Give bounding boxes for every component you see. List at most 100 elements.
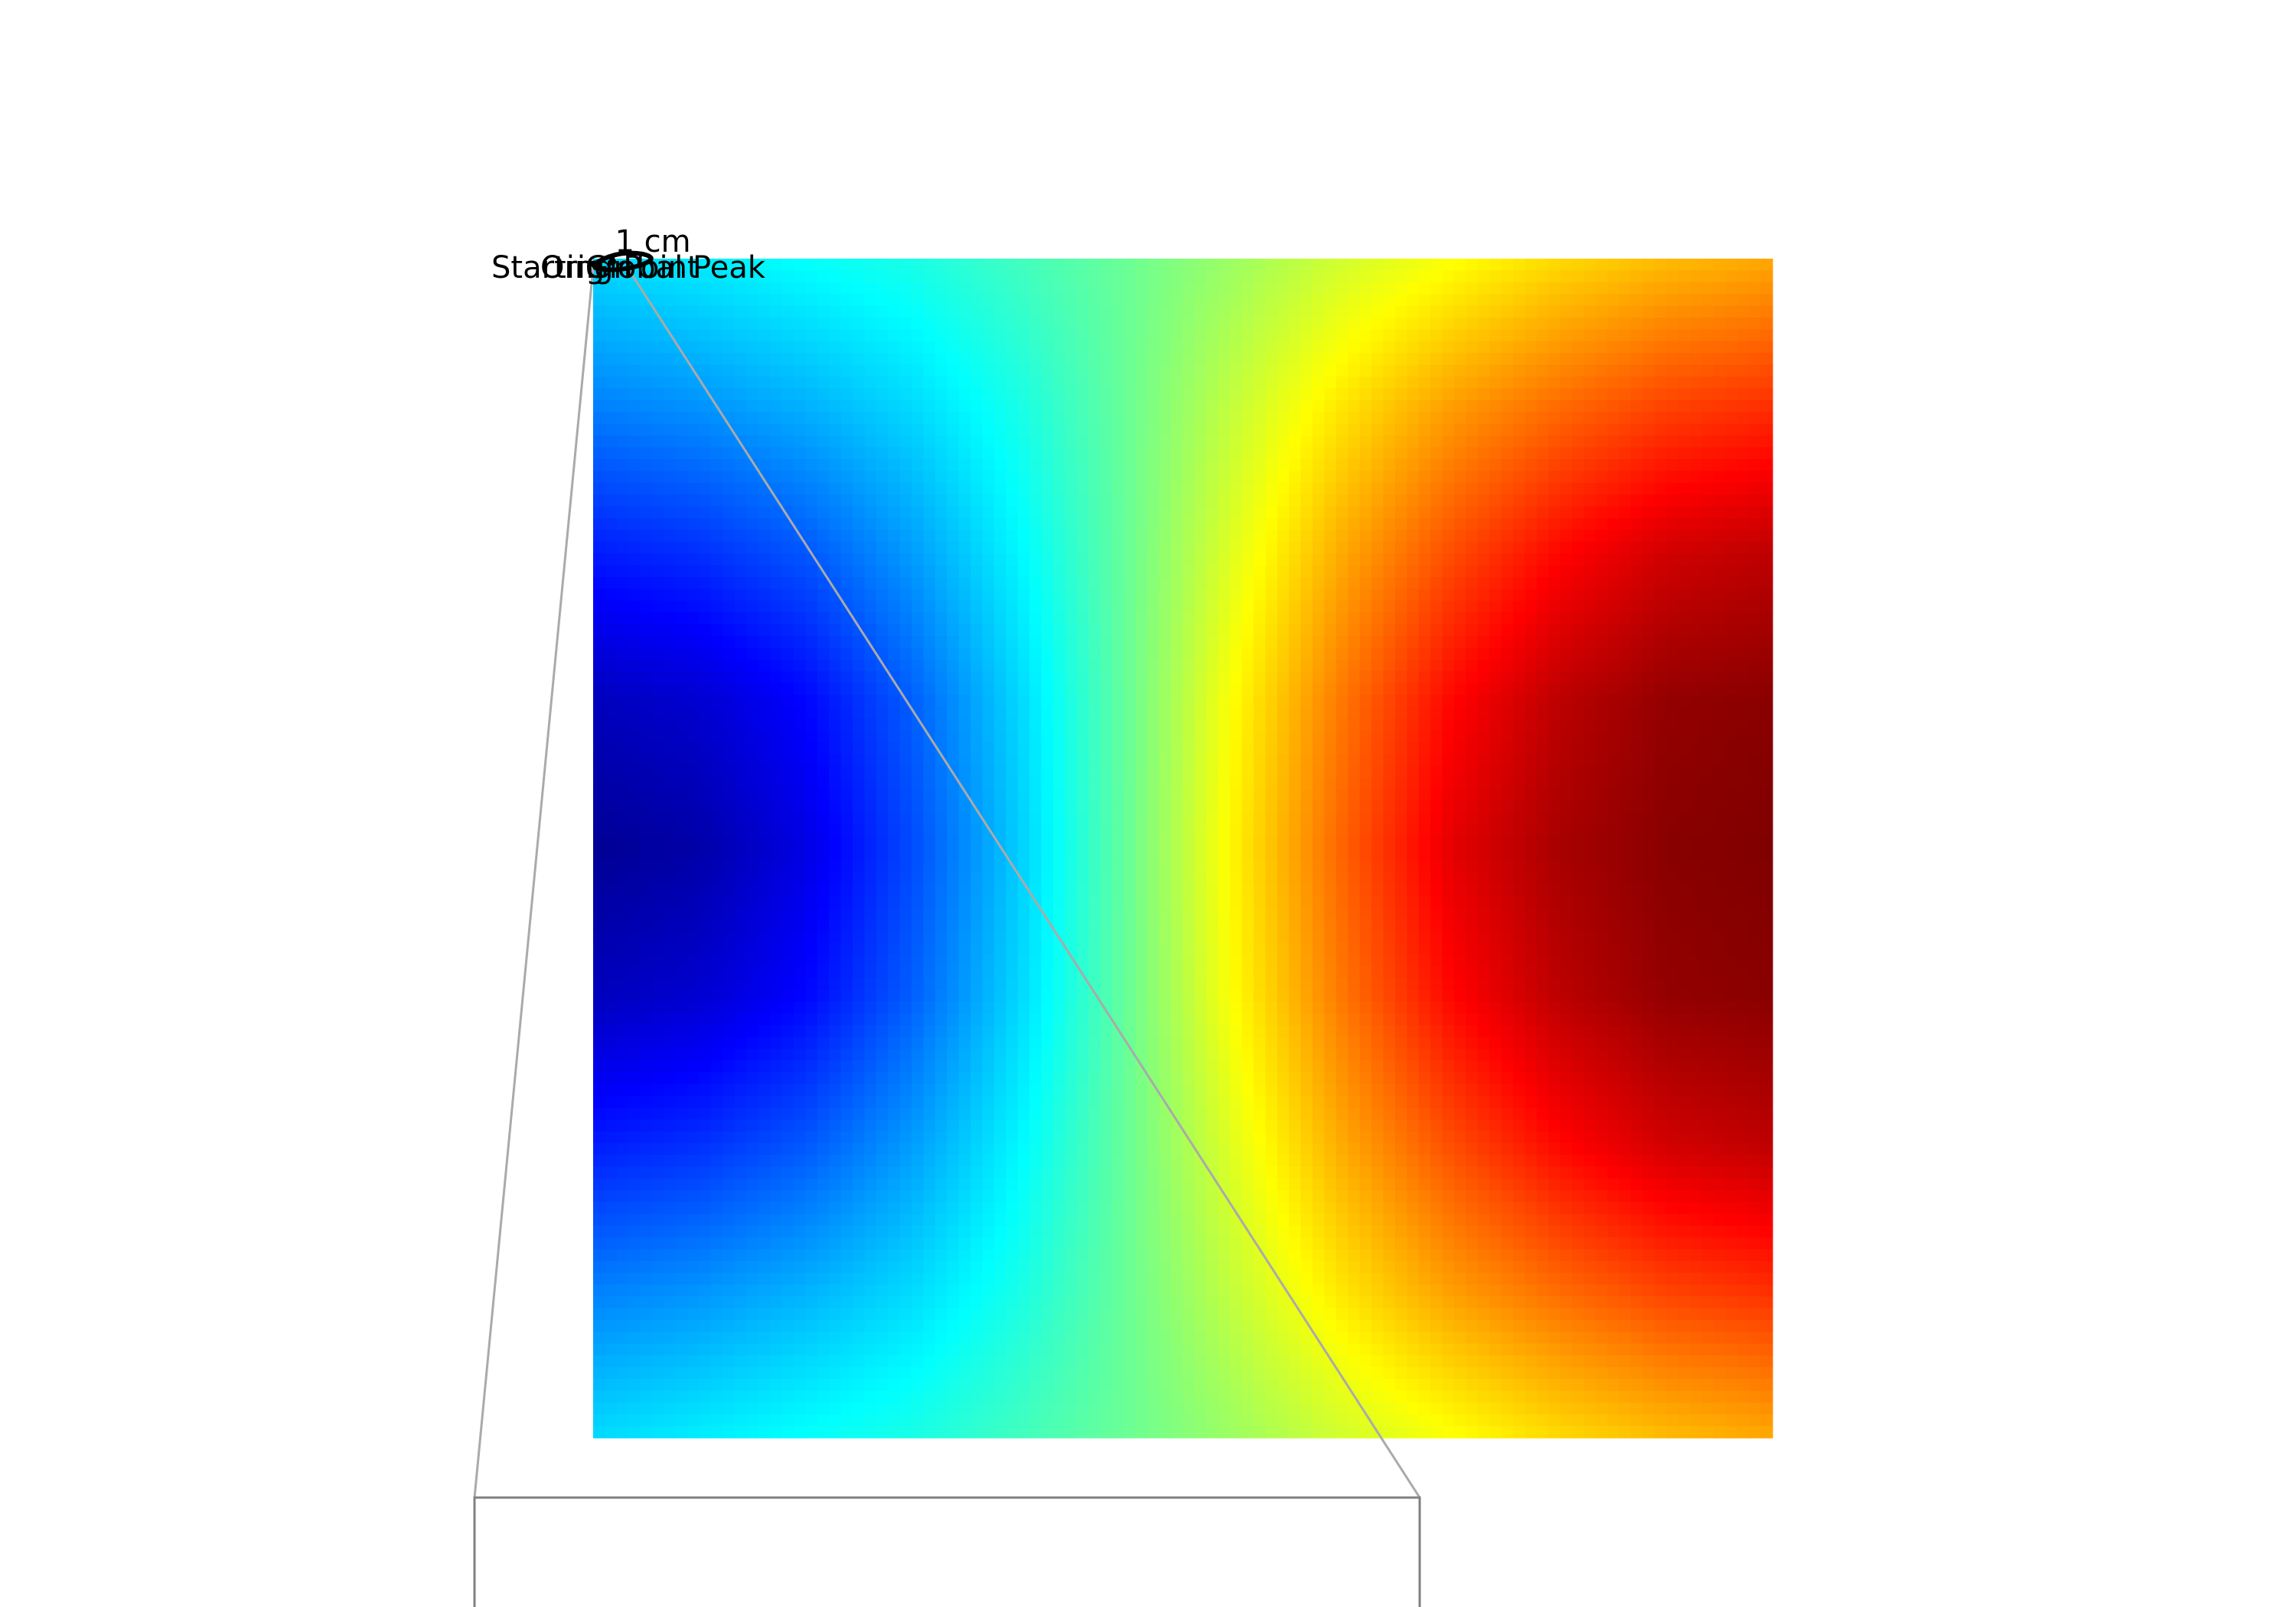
heatmap-cell: [1300, 718, 1313, 731]
heatmap-cell: [1265, 730, 1278, 743]
heatmap-cell: [1607, 364, 1620, 377]
heatmap-cell: [817, 730, 830, 743]
heatmap-cell: [1135, 423, 1148, 436]
heatmap-cell: [1572, 706, 1585, 719]
heatmap-cell: [1383, 836, 1396, 849]
heatmap-cell: [1713, 588, 1726, 601]
heatmap-cell: [722, 777, 735, 790]
heatmap-cell: [1076, 353, 1089, 366]
heatmap-cell: [982, 506, 995, 519]
heatmap-cell: [899, 612, 912, 625]
heatmap-cell: [993, 530, 1006, 543]
heatmap-cell: [770, 259, 783, 272]
heatmap-cell: [876, 553, 889, 566]
heatmap-cell: [1076, 376, 1089, 390]
heatmap-cell: [1654, 695, 1667, 708]
heatmap-cell: [1572, 824, 1585, 837]
heatmap-cell: [1017, 553, 1030, 566]
heatmap-cell: [1749, 270, 1762, 283]
heatmap-cell: [1725, 695, 1738, 708]
heatmap-cell: [1407, 458, 1420, 471]
heatmap-cell: [664, 683, 677, 696]
heatmap-cell: [1489, 447, 1502, 460]
heatmap-cell: [829, 364, 842, 377]
heatmap-cell: [1171, 553, 1184, 566]
heatmap-cell: [1631, 800, 1644, 813]
heatmap-cell: [628, 730, 641, 743]
heatmap-cell: [1690, 718, 1703, 731]
heatmap-cell: [1182, 789, 1195, 802]
heatmap-cell: [982, 329, 995, 342]
heatmap-cell: [817, 836, 830, 849]
heatmap-cell: [934, 565, 947, 578]
heatmap-cell: [1065, 471, 1078, 484]
heatmap-cell: [1230, 329, 1243, 342]
heatmap-cell: [1253, 588, 1266, 601]
heatmap-cell: [1088, 789, 1101, 802]
heatmap-cell: [1760, 471, 1773, 484]
heatmap-cell: [1182, 364, 1195, 377]
heatmap-cell: [1583, 282, 1596, 295]
heatmap-cell: [1147, 399, 1160, 412]
heatmap-cell: [864, 329, 877, 342]
heatmap-cell: [1171, 388, 1184, 401]
heatmap-cell: [1230, 412, 1243, 425]
heatmap-cell: [993, 706, 1006, 719]
heatmap-cell: [1642, 318, 1655, 331]
heatmap-cell: [1112, 423, 1125, 436]
heatmap-cell: [1029, 435, 1042, 448]
heatmap-cell: [1678, 364, 1691, 377]
heatmap-cell: [758, 423, 771, 436]
heatmap-cell: [1760, 765, 1773, 778]
heatmap-cell: [888, 447, 901, 460]
heatmap-cell: [616, 754, 629, 767]
heatmap-cell: [1076, 695, 1089, 708]
heatmap-cell: [1701, 824, 1714, 837]
heatmap-cell: [899, 329, 912, 342]
heatmap-cell: [1241, 742, 1254, 755]
heatmap-cell: [1654, 482, 1667, 495]
heatmap-cell: [1147, 341, 1160, 354]
heatmap-cell: [1701, 647, 1714, 660]
heatmap-cell: [876, 541, 889, 554]
heatmap-cell: [899, 600, 912, 613]
heatmap-cell: [1147, 329, 1160, 342]
heatmap-cell: [947, 706, 960, 719]
heatmap-cell: [1135, 836, 1148, 849]
heatmap-cell: [993, 329, 1006, 342]
heatmap-cell: [1088, 412, 1101, 425]
heatmap-cell: [1430, 553, 1443, 566]
heatmap-cell: [1147, 458, 1160, 471]
heatmap-cell: [1182, 388, 1195, 401]
heatmap-cell: [1548, 565, 1561, 578]
heatmap-cell: [817, 341, 830, 354]
heatmap-cell: [1560, 612, 1573, 625]
heatmap-cell: [746, 800, 759, 813]
heatmap-cell: [817, 435, 830, 448]
heatmap-cell: [652, 695, 665, 708]
heatmap-cell: [1477, 754, 1490, 767]
heatmap-cell: [1277, 388, 1290, 401]
heatmap-cell: [1631, 494, 1644, 507]
heatmap-cell: [593, 636, 606, 649]
heatmap-cell: [1430, 305, 1443, 318]
heatmap-cell: [1065, 329, 1078, 342]
heatmap-cell: [1006, 565, 1019, 578]
heatmap-cell: [829, 412, 842, 425]
heatmap-cell: [1017, 695, 1030, 708]
heatmap-cell: [1607, 836, 1620, 849]
heatmap-cell: [1124, 718, 1137, 731]
heatmap-cell: [1383, 399, 1396, 412]
heatmap-cell: [958, 447, 971, 460]
heatmap-cell: [1572, 494, 1585, 507]
heatmap-cell: [1124, 577, 1137, 590]
heatmap-cell: [781, 318, 794, 331]
heatmap-cell: [1572, 530, 1585, 543]
heatmap-cell: [1218, 577, 1231, 590]
heatmap-cell: [1383, 695, 1396, 708]
heatmap-cell: [1230, 742, 1243, 755]
heatmap-cell: [593, 706, 606, 719]
heatmap-cell: [1006, 647, 1019, 660]
heatmap-cell: [1512, 695, 1525, 708]
heatmap-cell: [1100, 754, 1113, 767]
